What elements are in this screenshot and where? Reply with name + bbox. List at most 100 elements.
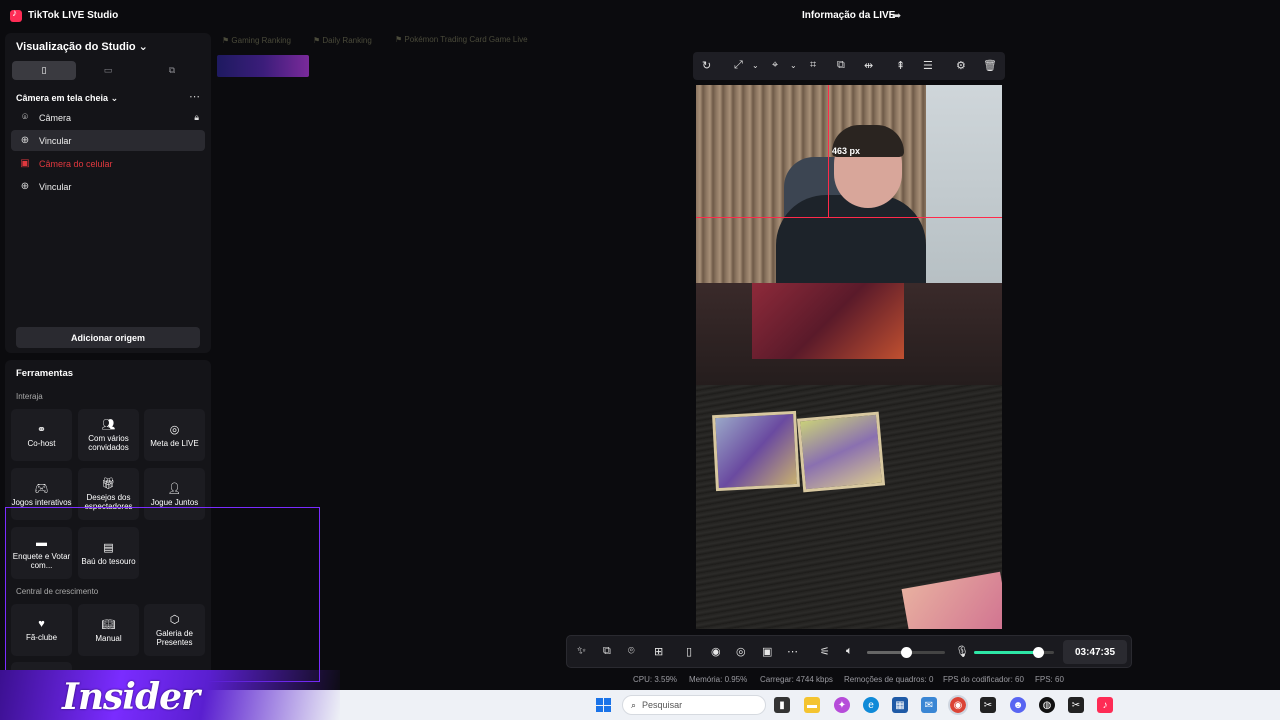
live-info-button[interactable]: Informação da LIVE [802, 10, 895, 21]
source-label: Vincular [39, 135, 72, 146]
live-preview[interactable]: 463 px [696, 85, 1002, 629]
source-label: Câmera do celular [39, 158, 113, 169]
delete-icon[interactable]: 🗑︎ [983, 59, 997, 72]
chevron-down-icon[interactable]: ⌄ [752, 61, 759, 70]
portrait-orientation-button[interactable]: ▯ [12, 61, 76, 80]
gift-icon: 🎁︎ [101, 478, 116, 490]
mixer-icon[interactable]: ⚟ [820, 645, 830, 658]
phone-camera-icon: ▣ [20, 158, 30, 169]
camera-icon: ⌾ [22, 112, 28, 123]
link-icon: ⚭ [36, 423, 47, 436]
gamepad-icon: 🎮︎ [34, 482, 49, 495]
landscape-orientation-button[interactable]: ▭ [76, 61, 140, 80]
scene-selector[interactable]: Câmera em tela cheia ⌄ [16, 93, 118, 104]
center-icon[interactable]: ⌖ [772, 59, 778, 72]
obs-icon[interactable]: ◍ [1039, 697, 1055, 713]
banner-thumbnail[interactable] [217, 55, 309, 77]
trading-card [712, 410, 800, 492]
live-control-bar: ✨︎ ⧉ ⌾ ⊞ ▯ ◉ ◎ ▣ ⋯ ⚟ 🔈︎ 🎙︎ 03:47:35 [566, 635, 1132, 668]
section-label-interact: Interaja [16, 392, 43, 401]
chrome-icon[interactable]: ◉ [948, 695, 968, 715]
more-icon[interactable]: ⋯ [787, 645, 798, 658]
more-options-icon[interactable]: ⋯ [189, 90, 200, 103]
task-view-icon[interactable]: ▮ [774, 697, 790, 713]
globe-icon: ⊕ [20, 135, 30, 146]
live-timer: 03:47:35 [1063, 640, 1127, 664]
source-item-phone-camera[interactable]: ▣ Câmera do celular [11, 153, 205, 174]
flip-icon[interactable]: ⇹ [864, 59, 873, 72]
upload-stat: Carregar: 4744 kbps [760, 675, 833, 684]
source-item-link[interactable]: ⊕ Vincular [11, 130, 205, 151]
discord-icon[interactable]: ☻ [1010, 697, 1026, 713]
refresh-icon[interactable]: ↻ [702, 59, 711, 72]
stream-overlay-frame [5, 507, 320, 682]
source-label: Vincular [39, 181, 72, 192]
layer-up-icon[interactable]: ⇞ [896, 59, 905, 72]
title-bar: TikTok LIVE Studio Informação da LIVE ➦ [0, 0, 1280, 32]
tiktok-logo-icon [10, 8, 22, 22]
replay-icon[interactable]: ◎ [736, 645, 746, 658]
microphone-knob[interactable] [1033, 647, 1044, 658]
volume-slider[interactable] [867, 647, 945, 658]
cpu-stat: CPU: 3.59% [633, 675, 678, 684]
crop-icon[interactable]: ⌗ [810, 59, 816, 72]
store-icon[interactable]: ▦ [892, 697, 908, 713]
alignment-guide [696, 217, 1002, 218]
globe-icon: ⊕ [20, 181, 30, 192]
microphone-icon[interactable]: 🎙︎ [955, 645, 969, 658]
tool-live-goal[interactable]: ◎ Meta de LIVE [144, 409, 205, 461]
lock-icon[interactable]: 🔒︎ [194, 112, 199, 123]
studio-title[interactable]: Visualização do Studio ⌄ [16, 40, 148, 53]
camera-live-icon[interactable]: ▣ [762, 645, 772, 658]
settings-icon[interactable]: ⚙ [956, 59, 966, 72]
fit-icon[interactable]: ⤢ [734, 59, 743, 72]
tiktok-live-studio-icon[interactable]: ♪ [1097, 697, 1113, 713]
phone-icon[interactable]: ▯ [686, 645, 692, 658]
effects-icon[interactable]: ⧉ [603, 645, 611, 658]
dual-orientation-button[interactable]: ⧉ [140, 61, 204, 80]
record-icon[interactable]: ◉ [711, 645, 721, 658]
source-item-camera[interactable]: ⌾ Câmera 🔒︎ [11, 107, 205, 128]
users-icon: 👥︎ [101, 419, 116, 431]
tool-co-host[interactable]: ⚭ Co-host [11, 409, 72, 461]
layers-icon[interactable]: ☰ [923, 59, 933, 72]
capcut-icon[interactable]: ✂ [980, 697, 996, 713]
tool-multi-guest[interactable]: 👥︎ Com vários convidados [78, 409, 139, 461]
measure-label: 463 px [832, 146, 861, 156]
copy-icon[interactable]: ⧉ [837, 59, 845, 72]
gaming-ranking-link[interactable]: ⚑ Gaming Ranking [222, 36, 291, 45]
studio-panel: Visualização do Studio ⌄ ▯ ▭ ⧉ Câmera em… [5, 33, 211, 353]
snapshot-icon[interactable]: ⌾ [628, 645, 635, 658]
daily-ranking-link[interactable]: ⚑ Daily Ranking [313, 36, 372, 45]
fps-stat: FPS: 60 [1035, 675, 1064, 684]
insider-logo: Insider [62, 676, 200, 718]
source-item-link[interactable]: ⊕ Vincular [11, 176, 205, 197]
share-icon[interactable]: ➦ [892, 9, 901, 22]
dropped-frames-stat: Remoções de quadros: 0 [844, 675, 934, 684]
game-category-link[interactable]: ⚑ Pokémon Trading Card Game Live [395, 35, 528, 44]
edge-icon[interactable]: e [863, 697, 879, 713]
mail-icon[interactable]: ✉ [921, 697, 937, 713]
capcut-icon[interactable]: ✂ [1068, 697, 1084, 713]
trading-card [796, 411, 886, 493]
source-label: Câmera [39, 112, 72, 123]
add-source-button[interactable]: Adicionar origem [16, 327, 200, 348]
windows-start-icon[interactable] [596, 698, 611, 712]
person-icon: 👤︎ [167, 482, 182, 495]
app-title: TikTok LIVE Studio [28, 10, 119, 21]
memory-stat: Memória: 0.95% [689, 675, 748, 684]
source-edit-toolbar: ↻ ⤢ ⌄ ⌖ ⌄ ⌗ ⧉ ⇹ ⇞ ☰ ⚙ 🗑︎ [693, 52, 1005, 80]
copilot-icon[interactable]: ✦ [834, 697, 850, 713]
chevron-down-icon: ⌄ [110, 93, 119, 103]
add-scene-icon[interactable]: ⊞ [654, 645, 663, 658]
magic-wand-icon[interactable]: ✨︎ [577, 645, 586, 658]
encoder-fps-stat: FPS do codificador: 60 [943, 675, 1024, 684]
volume-knob[interactable] [901, 647, 912, 658]
search-icon: ⌕ [631, 699, 637, 710]
chevron-down-icon[interactable]: ⌄ [790, 61, 797, 70]
file-explorer-icon[interactable]: ▬ [804, 697, 820, 713]
target-icon: ◎ [169, 423, 180, 436]
speaker-icon[interactable]: 🔈︎ [846, 645, 853, 658]
microphone-slider[interactable] [974, 647, 1054, 658]
taskbar-search[interactable]: ⌕ Pesquisar [622, 695, 766, 715]
